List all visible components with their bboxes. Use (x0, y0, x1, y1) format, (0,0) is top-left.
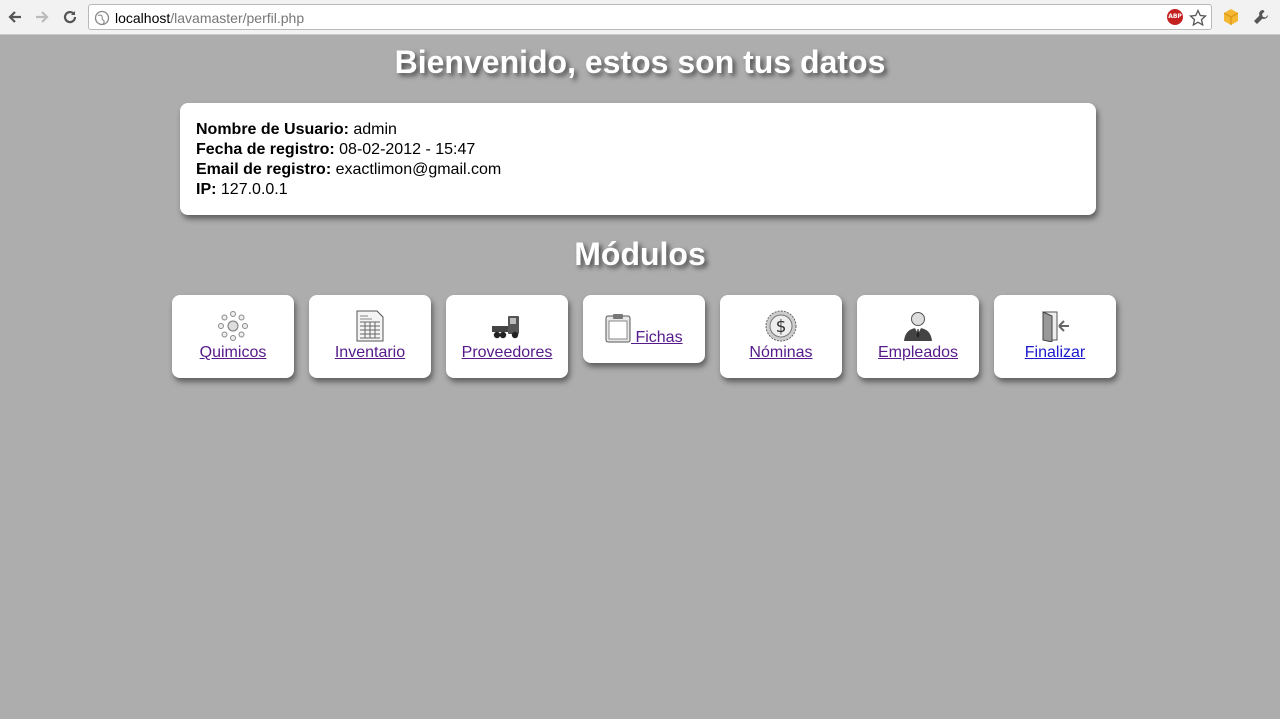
ip-value: 127.0.0.1 (220, 181, 288, 198)
forward-button[interactable] (32, 7, 52, 27)
person-icon (904, 312, 932, 341)
adblock-icon[interactable]: ABP (1167, 9, 1183, 25)
ip-label: IP: (196, 181, 217, 198)
username-label: Nombre de Usuario: (196, 121, 349, 138)
url-text: localhost/lavamaster/perfil.php (115, 10, 304, 26)
module-link-empleados[interactable]: Empleados (857, 344, 979, 362)
truck-icon (492, 316, 519, 339)
forward-arrow-icon (36, 11, 49, 23)
module-link-fichas[interactable]: Fichas (631, 329, 682, 347)
back-arrow-icon (8, 11, 21, 23)
module-link-quimicos[interactable]: Quimicos (172, 344, 294, 362)
email-label: Email de registro: (196, 161, 332, 178)
registration-date-row: Fecha de registro: 08-02-2012 - 15:47 (196, 140, 1080, 160)
email-row: Email de registro: exactlimon@gmail.com (196, 160, 1080, 180)
module-link-inventario[interactable]: Inventario (309, 344, 431, 362)
bookmark-star-icon[interactable] (1189, 9, 1207, 27)
globe-icon (94, 10, 110, 26)
module-card-nominas[interactable]: $ Nóminas (720, 295, 842, 378)
dollar-coin-icon: $ (765, 310, 797, 342)
svg-text:$: $ (776, 317, 787, 337)
reload-button[interactable] (60, 7, 80, 27)
address-bar[interactable]: localhost/lavamaster/perfil.php ABP (88, 4, 1212, 30)
clipboard-icon (605, 314, 631, 343)
registration-date-value: 08-02-2012 - 15:47 (339, 141, 476, 158)
exit-door-icon (1042, 311, 1069, 342)
user-info-card: Nombre de Usuario: admin Fecha de regist… (180, 103, 1096, 215)
page-title: Bienvenido, estos son tus datos (394, 44, 886, 80)
spreadsheet-icon (356, 310, 384, 342)
module-link-nominas[interactable]: Nóminas (720, 344, 842, 362)
module-link-proveedores[interactable]: Proveedores (446, 344, 568, 362)
module-link-finalizar[interactable]: Finalizar (994, 344, 1116, 362)
reload-icon (63, 10, 77, 24)
username-row: Nombre de Usuario: admin (196, 120, 1080, 140)
molecule-icon (218, 311, 248, 341)
registration-date-label: Fecha de registro: (196, 141, 335, 158)
module-card-quimicos[interactable]: Quimicos (172, 295, 294, 378)
email-value: exactlimon@gmail.com (335, 161, 502, 178)
wrench-icon[interactable] (1252, 8, 1270, 26)
module-card-fichas[interactable]: Fichas (583, 295, 705, 363)
modules-title: Módulos (574, 236, 706, 272)
username-value: admin (353, 121, 397, 138)
extension-cube-icon[interactable] (1222, 8, 1240, 26)
browser-toolbar: localhost/lavamaster/perfil.php ABP (0, 0, 1280, 35)
module-card-proveedores[interactable]: Proveedores (446, 295, 568, 378)
url-path: /lavamaster/perfil.php (170, 10, 305, 26)
back-button[interactable] (5, 7, 25, 27)
url-host: localhost (115, 10, 171, 26)
module-card-finalizar[interactable]: Finalizar (994, 295, 1116, 378)
ip-row: IP: 127.0.0.1 (196, 180, 1080, 200)
module-card-inventario[interactable]: Inventario (309, 295, 431, 378)
module-card-empleados[interactable]: Empleados (857, 295, 979, 378)
